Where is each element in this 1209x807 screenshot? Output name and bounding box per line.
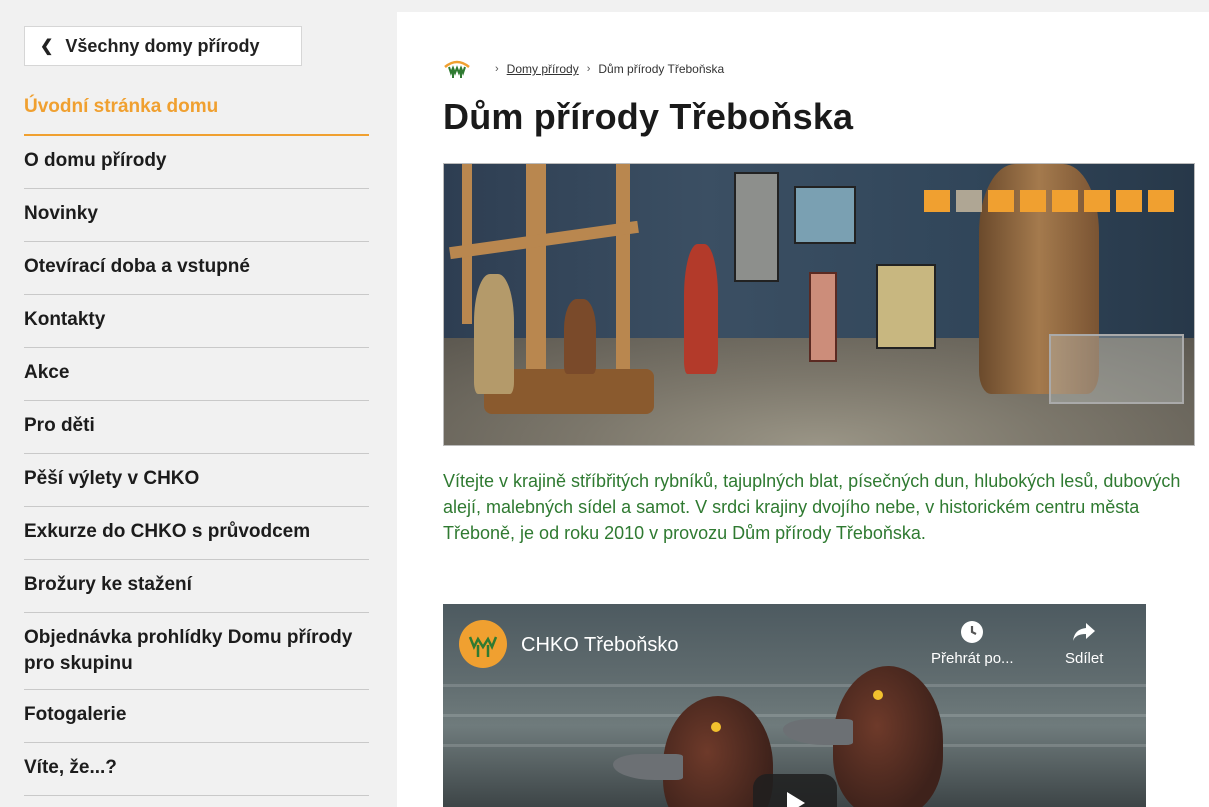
share-arrow-icon bbox=[1073, 623, 1096, 641]
watch-later-label: Přehrát po... bbox=[931, 650, 1014, 667]
channel-logo-icon[interactable] bbox=[459, 620, 507, 668]
home-logo-icon[interactable] bbox=[443, 59, 471, 79]
slider-dot[interactable] bbox=[956, 190, 982, 212]
share-button[interactable]: Sdílet bbox=[1065, 620, 1103, 667]
slider-dots bbox=[924, 190, 1174, 212]
back-button-label: Všechny domy přírody bbox=[65, 35, 260, 56]
video-water-ripple bbox=[443, 714, 1146, 717]
watch-later-button[interactable]: Přehrát po... bbox=[931, 620, 1014, 667]
back-to-all-houses-button[interactable]: ❮ Všechny domy přírody bbox=[24, 26, 302, 66]
video-water-ripple bbox=[443, 684, 1146, 687]
slider-dot[interactable] bbox=[1052, 190, 1078, 212]
hero-photo-door bbox=[809, 272, 837, 362]
slider-dot[interactable] bbox=[1020, 190, 1046, 212]
intro-text: Vítejte v krajině stříbřitých rybníků, t… bbox=[443, 471, 1181, 543]
sidebar-nav: Úvodní stránka domu O domu přírody Novin… bbox=[24, 82, 369, 796]
sidebar-item-news[interactable]: Novinky bbox=[24, 189, 369, 242]
share-label: Sdílet bbox=[1065, 650, 1104, 667]
hero-photo-figure bbox=[564, 299, 596, 374]
hero-photo-display-case bbox=[1049, 334, 1184, 404]
breadcrumb-link-houses[interactable]: Domy přírody bbox=[507, 62, 579, 76]
sidebar-item-brochures[interactable]: Brožury ke stažení bbox=[24, 560, 369, 613]
sidebar-item-about[interactable]: O domu přírody bbox=[24, 136, 369, 189]
breadcrumb-separator: › bbox=[495, 63, 499, 75]
sidebar-item-excursions[interactable]: Exkurze do CHKO s průvodcem bbox=[24, 507, 369, 560]
slider-dot[interactable] bbox=[1148, 190, 1174, 212]
video-duck-beak bbox=[783, 719, 853, 745]
hero-photo-showcase bbox=[876, 264, 936, 349]
sidebar-item-contacts[interactable]: Kontakty bbox=[24, 295, 369, 348]
sidebar-item-hikes[interactable]: Pěší výlety v CHKO bbox=[24, 454, 369, 507]
slider-dot[interactable] bbox=[924, 190, 950, 212]
page-title: Dům přírody Třeboňska bbox=[443, 96, 854, 137]
clock-icon bbox=[961, 621, 984, 643]
sidebar-item-opening-hours[interactable]: Otevírací doba a vstupné bbox=[24, 242, 369, 295]
main-content: › Domy přírody › Dům přírody Třeboňska D… bbox=[397, 12, 1209, 807]
sidebar-item-kids[interactable]: Pro děti bbox=[24, 401, 369, 454]
breadcrumb-current: Dům přírody Třeboňska bbox=[598, 62, 725, 76]
sidebar-item-group-booking[interactable]: Objednávka prohlídky Domu přírody pro sk… bbox=[24, 613, 369, 690]
breadcrumb-separator: › bbox=[586, 63, 591, 75]
slider-dot[interactable] bbox=[1116, 190, 1142, 212]
video-duck-eye bbox=[873, 690, 883, 700]
sidebar: ❮ Všechny domy přírody Úvodní stránka do… bbox=[0, 0, 397, 807]
sidebar-item-did-you-know[interactable]: Víte, že...? bbox=[24, 743, 369, 796]
hero-photo-portrait bbox=[734, 172, 779, 282]
video-player[interactable]: CHKO Třeboňsko Přehrát po... Sdílet bbox=[443, 604, 1146, 807]
sidebar-item-events[interactable]: Akce bbox=[24, 348, 369, 401]
slider-dot[interactable] bbox=[988, 190, 1014, 212]
sidebar-item-gallery[interactable]: Fotogalerie bbox=[24, 690, 369, 743]
chevron-left-icon: ❮ bbox=[40, 38, 54, 55]
hero-image-slider[interactable] bbox=[443, 163, 1195, 446]
breadcrumb: › Domy přírody › Dům přírody Třeboňska bbox=[443, 59, 724, 79]
hero-photo-figure bbox=[684, 244, 718, 374]
video-water-ripple bbox=[443, 744, 1146, 747]
video-channel-title[interactable]: CHKO Třeboňsko bbox=[521, 634, 678, 657]
play-button[interactable] bbox=[753, 774, 837, 807]
hero-photo-screen bbox=[794, 186, 856, 244]
sidebar-item-home[interactable]: Úvodní stránka domu bbox=[24, 82, 369, 136]
hero-photo-post bbox=[616, 164, 630, 394]
slider-dot[interactable] bbox=[1084, 190, 1110, 212]
hero-photo-figure bbox=[474, 274, 514, 394]
video-duck-beak bbox=[613, 754, 683, 780]
video-duck-eye bbox=[711, 722, 721, 732]
